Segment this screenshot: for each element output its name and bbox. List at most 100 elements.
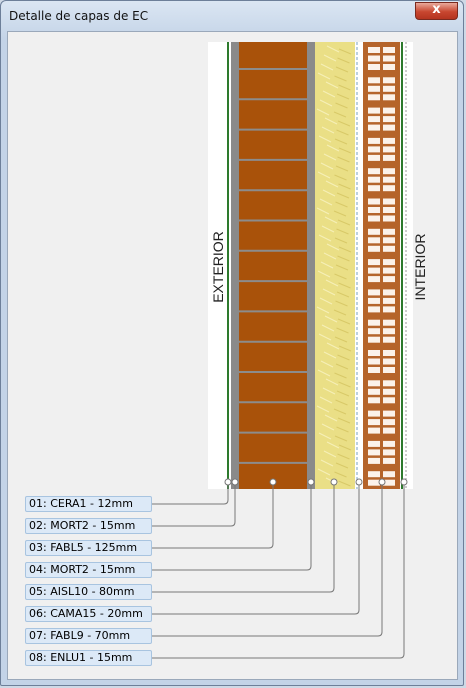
hollow-cell	[368, 215, 380, 222]
hollow-cell	[368, 154, 380, 161]
hollow-cell	[383, 350, 395, 356]
hollow-cell	[368, 319, 380, 326]
leader-line	[152, 482, 335, 593]
hollow-cell	[383, 64, 395, 70]
leader-point	[378, 478, 386, 486]
hollow-cell	[383, 440, 395, 447]
hollow-cell	[368, 328, 380, 335]
title-bar[interactable]: Detalle de capas de EC x	[1, 1, 463, 29]
hollow-cell	[383, 457, 395, 464]
layer-label-08[interactable]: 08: ENLU1 - 15mm	[25, 650, 152, 666]
hollow-cell	[383, 328, 395, 335]
hollow-cell	[368, 207, 380, 213]
hollow-cell	[383, 419, 395, 426]
hollow-cell	[383, 410, 395, 417]
hollow-cell	[383, 77, 395, 84]
layer-air-chamber	[355, 42, 363, 489]
hollow-cell	[383, 94, 395, 101]
hollow-cell	[368, 276, 380, 283]
hollow-cell	[368, 85, 380, 92]
hollow-cell	[368, 64, 380, 70]
interior-label: INTERIOR	[412, 234, 428, 301]
hollow-cell	[383, 146, 395, 153]
hollow-cell	[368, 297, 380, 304]
hollow-cell	[368, 168, 380, 175]
hollow-cell	[383, 306, 395, 313]
hollow-cell	[383, 185, 395, 192]
exterior-label: EXTERIOR	[210, 231, 226, 303]
hollow-cell	[368, 259, 380, 266]
hollow-cell	[383, 47, 395, 53]
hollow-cell	[383, 336, 395, 343]
layer-mortar-interior	[307, 42, 315, 489]
hollow-cell	[383, 198, 395, 205]
hollow-cell	[368, 419, 380, 426]
hollow-cell	[383, 471, 395, 478]
hollow-cell	[368, 440, 380, 447]
hollow-cell	[368, 116, 380, 123]
hollow-cell	[383, 449, 395, 456]
hollow-cell	[383, 107, 395, 114]
hollow-cell	[383, 215, 395, 222]
hollow-cell	[368, 228, 380, 235]
layer-label-07[interactable]: 07: FABL9 - 70mm	[25, 628, 152, 644]
hollow-cell	[368, 94, 380, 101]
hollow-cell	[383, 289, 395, 296]
hollow-cell	[383, 176, 395, 183]
layer-label-06[interactable]: 06: CAMA15 - 20mm	[25, 606, 152, 622]
layer-detail-window: Detalle de capas de EC x EXTERIOR INTERI…	[0, 0, 464, 686]
hollow-cell	[368, 107, 380, 114]
hollow-cell	[383, 427, 395, 434]
layer-label-05[interactable]: 05: AISL10 - 80mm	[25, 584, 152, 600]
hollow-cell	[368, 449, 380, 456]
leader-point	[355, 478, 363, 486]
hollow-cell	[383, 154, 395, 161]
leader-point	[231, 478, 239, 486]
hollow-cell	[383, 358, 395, 365]
hollow-cell	[368, 336, 380, 343]
leader-point	[307, 478, 315, 486]
hollow-cell	[368, 388, 380, 395]
hollow-cell	[383, 259, 395, 266]
hollow-cell	[383, 319, 395, 326]
hollow-cell	[368, 410, 380, 417]
hollow-cell	[383, 137, 395, 144]
layer-panel: EXTERIOR INTERIOR 01: CERA1 - 12mm 02: M…	[7, 31, 458, 680]
hollow-cell	[368, 237, 380, 244]
hollow-cell	[383, 267, 395, 274]
window-title: Detalle de capas de EC	[9, 9, 149, 23]
hollow-cell	[383, 116, 395, 123]
hollow-cell	[383, 228, 395, 235]
hollow-cell	[383, 168, 395, 175]
hollow-cell	[368, 267, 380, 274]
hollow-cell	[368, 47, 380, 53]
hollow-cell	[383, 124, 395, 131]
layer-label-01[interactable]: 01: CERA1 - 12mm	[25, 496, 152, 512]
hollow-cell	[368, 427, 380, 434]
close-button[interactable]: x	[415, 2, 458, 20]
hollow-cell	[383, 207, 395, 213]
leader-point	[330, 478, 338, 486]
layer-label-03[interactable]: 03: FABL5 - 125mm	[25, 540, 152, 556]
layer-brick	[239, 42, 307, 489]
hollow-cell	[368, 146, 380, 153]
hollow-cell	[368, 55, 380, 62]
hollow-cell	[383, 397, 395, 404]
leader-line	[152, 482, 274, 549]
close-icon: x	[432, 2, 441, 17]
hollow-cell	[383, 367, 395, 373]
layer-label-02[interactable]: 02: MORT2 - 15mm	[25, 518, 152, 534]
hollow-cell	[368, 306, 380, 313]
layer-insulation	[315, 42, 355, 489]
leader-point	[224, 478, 232, 486]
leader-point	[400, 478, 408, 486]
hollow-cell	[383, 297, 395, 304]
hollow-cell	[383, 380, 395, 387]
leader-line	[152, 482, 383, 637]
layer-label-04[interactable]: 04: MORT2 - 15mm	[25, 562, 152, 578]
layer-mortar-exterior	[231, 42, 239, 489]
leader-point	[269, 478, 277, 486]
hollow-cell	[383, 388, 395, 395]
hollow-cell	[368, 380, 380, 387]
hollow-cell	[368, 367, 380, 373]
